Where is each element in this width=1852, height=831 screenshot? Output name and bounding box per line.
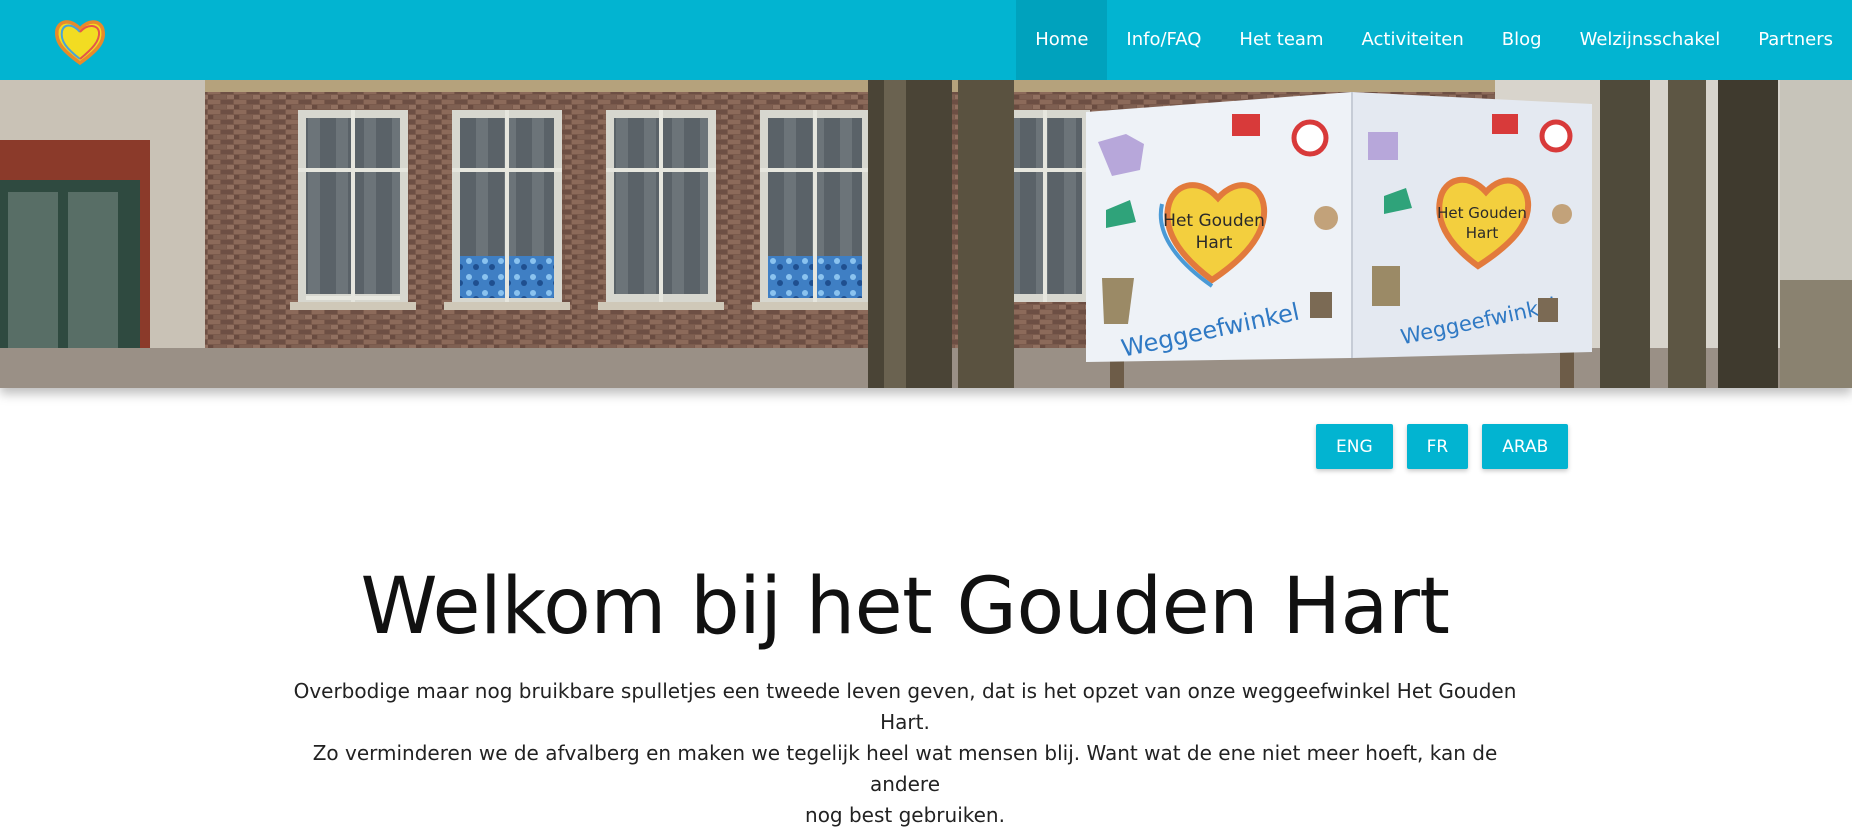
intro-line-3: nog best gebruiken. (805, 803, 1005, 827)
language-switcher: ENG FR ARAB (1316, 424, 1569, 469)
nav-item-het-team[interactable]: Het team (1220, 0, 1342, 80)
hero-banner: Het Gouden Hart Weggeefwinkel Het Gouden… (0, 80, 1852, 388)
intro-text: Overbodige maar nog bruikbare spulletjes… (290, 676, 1520, 831)
home-logo[interactable] (52, 14, 108, 68)
page-title: Welkom bij het Gouden Hart (360, 562, 1450, 652)
weggeefwinkel-sign: Het Gouden Hart Weggeefwinkel Het Gouden… (1086, 92, 1592, 363)
intro-line-2: Zo verminderen we de afvalberg en maken … (312, 741, 1498, 796)
main-nav: Home Info/FAQ Het team Activiteiten Blog… (1016, 0, 1852, 80)
nav-item-activiteiten[interactable]: Activiteiten (1343, 0, 1483, 80)
nav-item-blog[interactable]: Blog (1483, 0, 1561, 80)
nav-item-info-faq[interactable]: Info/FAQ (1107, 0, 1220, 80)
nav-item-home[interactable]: Home (1016, 0, 1108, 80)
svg-text:Hart: Hart (1466, 224, 1499, 242)
nav-item-welzijnsschakel[interactable]: Welzijnsschakel (1561, 0, 1740, 80)
hero-photo: Het Gouden Hart Weggeefwinkel Het Gouden… (0, 80, 1852, 388)
lang-fr-button[interactable]: FR (1406, 424, 1469, 469)
lang-arab-button[interactable]: ARAB (1482, 424, 1569, 469)
golden-heart-icon (55, 20, 105, 66)
lang-eng-button[interactable]: ENG (1316, 424, 1393, 469)
nav-item-partners[interactable]: Partners (1739, 0, 1852, 80)
svg-text:Het Gouden: Het Gouden (1437, 204, 1527, 222)
svg-text:Het Gouden: Het Gouden (1163, 211, 1265, 231)
intro-line-1: Overbodige maar nog bruikbare spulletjes… (293, 679, 1517, 734)
svg-text:Hart: Hart (1196, 233, 1233, 253)
top-navbar: Home Info/FAQ Het team Activiteiten Blog… (0, 0, 1852, 80)
